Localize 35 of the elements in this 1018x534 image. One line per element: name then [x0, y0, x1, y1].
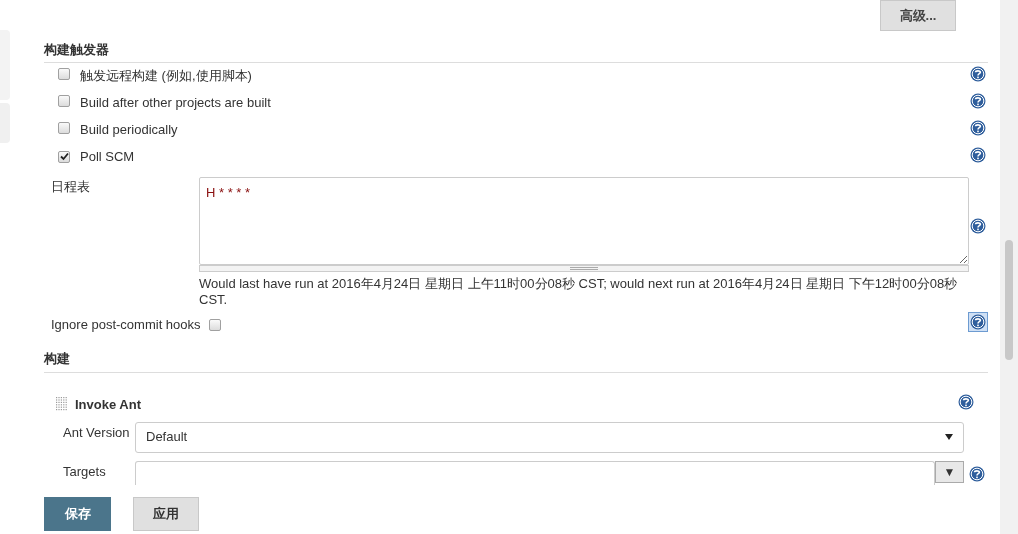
scrollbar-thumb[interactable] [1005, 240, 1013, 360]
help-icon[interactable] [969, 145, 987, 164]
checkbox[interactable] [58, 122, 70, 135]
scrollbar[interactable] [1000, 0, 1018, 534]
help-icon[interactable] [969, 118, 987, 137]
caret-icon [945, 434, 953, 440]
help-icon[interactable] [969, 313, 987, 332]
help-icon[interactable] [969, 216, 987, 235]
help-icon[interactable] [969, 91, 987, 110]
field-label: 日程表 [50, 177, 91, 196]
checkbox[interactable] [208, 318, 221, 331]
apply-button[interactable]: 应用 [133, 497, 199, 531]
field-label: Ignore post-commit hooks [50, 315, 201, 334]
field-label: Targets [63, 462, 107, 481]
dropdown-button[interactable]: ▼ [935, 460, 964, 483]
help-icon[interactable] [957, 393, 975, 411]
checkbox-label: Build periodically [80, 121, 178, 140]
checkbox-label: Build after other projects are built [80, 94, 271, 113]
schedule-field[interactable]: H * * * * [199, 176, 969, 265]
help-icon[interactable] [968, 464, 986, 483]
field-label: Ant Version [63, 423, 131, 442]
checkbox[interactable] [58, 68, 70, 81]
help-icon[interactable] [969, 64, 987, 83]
drag-handle-icon[interactable] [56, 397, 68, 412]
checkbox-label: Poll SCM [80, 148, 135, 167]
advanced-button[interactable]: 高级... [880, 0, 956, 31]
checkbox[interactable] [58, 95, 70, 108]
ant-version-select[interactable]: Default [135, 421, 964, 453]
step-title: Invoke Ant [75, 395, 141, 414]
save-button[interactable]: 保存 [44, 497, 111, 531]
schedule-note: Would last have run at 2016年4月24日 星期日 上午11时00分08秒 CST; would next run at 2016年4月24日 星期日 下午12时00分08秒 CST. [199, 275, 959, 308]
checkbox-label: 触发远程构建 (例如,使用脚本) [80, 67, 252, 86]
checkbox[interactable] [58, 150, 70, 163]
section-heading: 构建 [44, 350, 70, 366]
section-heading: 构建触发器 [44, 42, 109, 57]
